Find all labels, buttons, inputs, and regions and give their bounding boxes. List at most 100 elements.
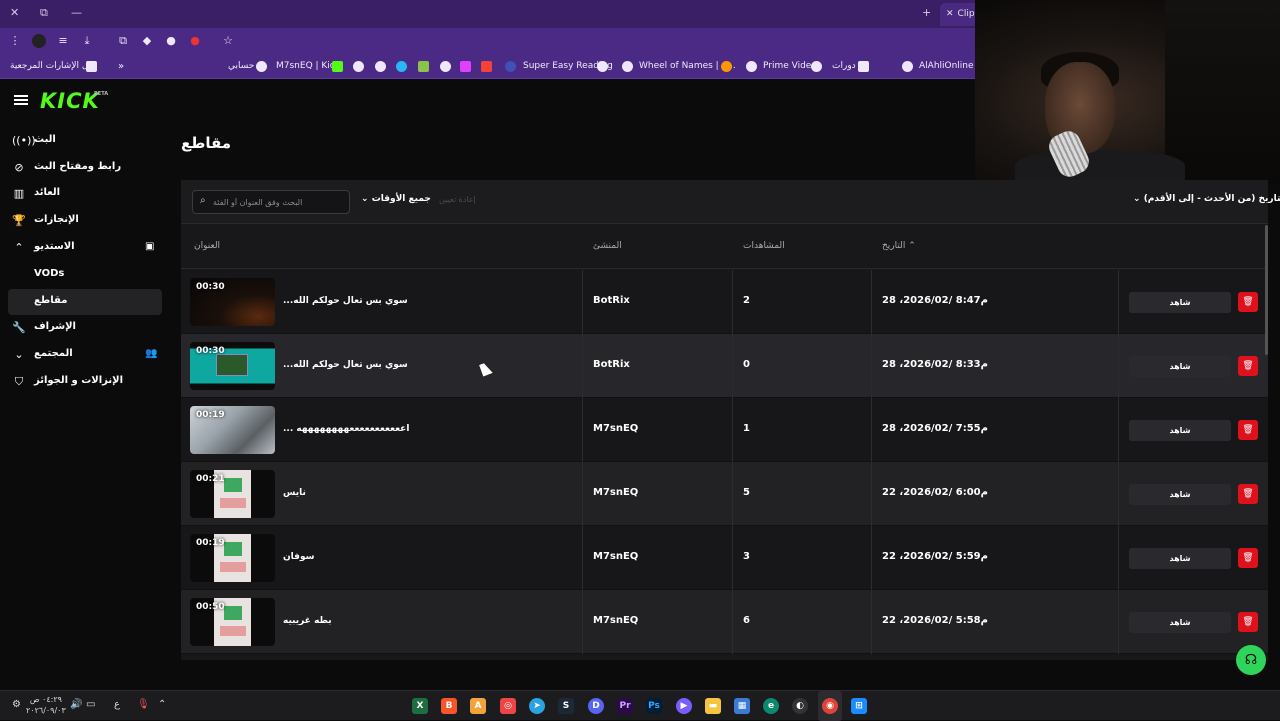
tab-close-icon[interactable]: ✕ — [946, 9, 954, 19]
hamburger-menu-icon[interactable] — [14, 95, 28, 105]
store-icon[interactable]: ▦ — [734, 698, 750, 714]
watch-button[interactable]: شاهد — [1129, 292, 1231, 313]
menu-dots-icon[interactable]: ⋮ — [8, 34, 22, 48]
clip-title[interactable]: بطه غريبيه — [283, 616, 332, 626]
profile-avatar[interactable] — [32, 34, 46, 48]
delete-button[interactable]: 🗑 — [1238, 484, 1258, 504]
clip-creator[interactable]: M7snEQ — [593, 423, 638, 434]
delete-button[interactable]: 🗑 — [1238, 356, 1258, 376]
chrome-icon[interactable]: ◉ — [822, 698, 838, 714]
steam-icon[interactable]: S — [558, 698, 574, 714]
clip-thumbnail[interactable]: 00:50 — [190, 598, 275, 646]
excel-icon[interactable]: X — [412, 698, 428, 714]
download-icon[interactable]: ⤓ — [80, 34, 94, 48]
clip-title[interactable]: ...سوي بس تعال حولكم الله — [283, 296, 408, 306]
table-row[interactable]: 00:50 بطه غريبيه M7snEQ 6 22 ،2026/02/ 5:58م… — [181, 590, 1268, 654]
clip-thumbnail[interactable]: 00:19 — [190, 534, 275, 582]
watch-button[interactable]: شاهد — [1129, 420, 1231, 441]
sidebar-item-stream[interactable]: ((•)) البث — [0, 128, 172, 154]
browser-tab[interactable]: ✕ Clip — [940, 3, 975, 26]
clip-thumbnail[interactable]: 00:30 — [190, 342, 275, 390]
sidebar-item-studio[interactable]: ⌃ الاستديو ▣ — [0, 235, 172, 261]
sidebar-item-stream-key[interactable]: ⊘ رابط ومفتاح البث — [0, 155, 172, 181]
microphone-icon[interactable]: 🎙 — [137, 699, 150, 710]
sidebar-item-vods[interactable]: VODs — [0, 262, 172, 288]
delete-button[interactable]: 🗑 — [1238, 420, 1258, 440]
column-title[interactable]: العنوان — [194, 241, 220, 251]
clip-creator[interactable]: M7snEQ — [593, 551, 638, 562]
sort-select[interactable]: ⌄ التاريخ (من الأحدث - إلى الأقدم) — [1133, 194, 1280, 204]
clip-creator[interactable]: M7snEQ — [593, 487, 638, 498]
close-window-button[interactable]: ✕ — [10, 6, 19, 19]
search-input[interactable] — [213, 194, 345, 210]
clip-creator[interactable]: BotRix — [593, 295, 630, 306]
extension-icon[interactable]: ◆ — [140, 34, 154, 48]
bookmark-alahli[interactable]: AlAhliOnline — [919, 61, 974, 71]
column-views[interactable]: المشاهدات — [743, 241, 785, 251]
delete-button[interactable]: 🗑 — [1238, 612, 1258, 632]
start-icon[interactable]: ⊞ — [851, 698, 867, 714]
help-chat-icon[interactable]: ☊ — [1236, 645, 1266, 675]
clip-thumbnail[interactable]: 00:21 — [190, 470, 275, 518]
explorer-icon[interactable]: ▬ — [705, 698, 721, 714]
clock[interactable]: ٠٤:٢٩ ص ٢٠٢٦/٠٩/٠٣ — [26, 694, 66, 716]
clip-creator[interactable]: M7snEQ — [593, 615, 638, 626]
clip-title[interactable]: سوفان — [283, 552, 314, 562]
bookmark-account[interactable]: حسابي — [228, 61, 254, 71]
table-row[interactable]: 00:21 نايس M7snEQ 5 22 ،2026/02/ 6:00م شاهد 🗑 — [181, 462, 1268, 526]
language-indicator[interactable]: ع — [114, 699, 120, 710]
clip-thumbnail[interactable]: 00:19 — [190, 406, 275, 454]
extensions-icon[interactable]: ⧉ — [116, 34, 130, 48]
minimize-window-button[interactable]: — — [71, 6, 82, 19]
bookmark-all[interactable]: كل الإشارات المرجعية — [10, 61, 93, 71]
table-row[interactable]: 00:19 سوفان M7snEQ 3 22 ،2026/02/ 5:59م شاهد 🗑 — [181, 526, 1268, 590]
edge-icon[interactable]: e — [763, 698, 779, 714]
tray-chevron-icon[interactable]: ⌃ — [158, 699, 166, 710]
table-row[interactable]: 00:30 ...سوي بس تعال حولكم الله BotRix 2 28 … — [181, 270, 1268, 334]
watch-button[interactable]: شاهد — [1129, 356, 1231, 377]
photoshop-icon[interactable]: Ps — [646, 698, 662, 714]
watch-button[interactable]: شاهد — [1129, 548, 1231, 569]
bookmark-kick[interactable]: M7snEQ | Kick — [276, 61, 340, 71]
clip-creator[interactable]: BotRix — [593, 359, 630, 370]
sidebar-item-achievements[interactable]: 🏆 الإنجازات — [0, 208, 172, 234]
clip-title[interactable]: ...سوي بس تعال حولكم الله — [283, 360, 408, 370]
brave-icon[interactable]: B — [441, 698, 457, 714]
restore-window-button[interactable]: ⧉ — [40, 6, 48, 20]
bookmark-courses[interactable]: دورات — [832, 61, 856, 71]
app2-icon[interactable]: ◎ — [500, 698, 516, 714]
sidebar-item-community[interactable]: ⌄ المجتمع 👥 — [0, 342, 172, 368]
bookmarks-chevron[interactable]: » — [118, 61, 124, 72]
network-icon[interactable]: ▭ — [86, 699, 95, 710]
table-row[interactable]: 00:19 ... اعععععععععععههههههههه M7snEQ 1 28 … — [181, 398, 1268, 462]
clip-title[interactable]: ... اعععععععععععههههههههه — [283, 424, 409, 434]
watch-button[interactable]: شاهد — [1129, 612, 1231, 633]
sidebar-item-drops[interactable]: ⛉ الإنزالات و الجوائز — [0, 369, 172, 395]
column-date[interactable]: التاريخ ⌃ — [882, 241, 916, 251]
obs-icon[interactable]: ◐ — [792, 698, 808, 714]
reset-button[interactable]: إعادة تعيين — [439, 195, 476, 204]
app-icon[interactable]: A — [470, 698, 486, 714]
app3-icon[interactable]: ▶ — [676, 698, 692, 714]
delete-button[interactable]: 🗑 — [1238, 548, 1258, 568]
settings-icon[interactable]: ⚙ — [12, 699, 21, 710]
premiere-icon[interactable]: Pr — [617, 698, 633, 714]
new-tab-button[interactable]: + — [922, 6, 931, 19]
delete-button[interactable]: 🗑 — [1238, 292, 1258, 312]
time-filter-select[interactable]: ⌄ جميع الأوقات — [361, 194, 431, 204]
telegram-icon[interactable]: ➤ — [529, 698, 545, 714]
extension2-icon[interactable]: ● — [164, 34, 178, 48]
search-box[interactable]: ⌕ — [192, 190, 350, 214]
sidebar-item-moderation[interactable]: 🔧 الإشراف — [0, 315, 172, 341]
sidebar-item-revenue[interactable]: ▥ العائد — [0, 181, 172, 207]
volume-icon[interactable]: 🔊 — [70, 699, 82, 710]
bookmark-prime-video[interactable]: Prime Video — [763, 61, 817, 71]
scrollbar[interactable] — [1265, 225, 1268, 355]
column-creator[interactable]: المنشئ — [593, 241, 622, 251]
extension3-icon[interactable]: ● — [188, 34, 202, 48]
playlist-icon[interactable]: ≡ — [56, 34, 70, 48]
watch-button[interactable]: شاهد — [1129, 484, 1231, 505]
sidebar-item-clips[interactable]: مقاطع — [8, 289, 162, 315]
clip-title[interactable]: نايس — [283, 488, 306, 498]
kick-logo[interactable]: KICK — [40, 89, 100, 113]
